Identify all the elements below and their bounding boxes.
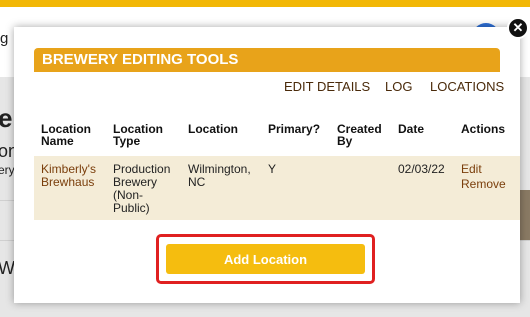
column-header-location: Location [188,122,238,136]
brewery-editing-modal: BREWERY EDITING TOOLS EDIT DETAILS LOG L… [14,27,520,303]
column-header-primary: Primary? [268,122,321,136]
add-location-button[interactable]: Add Location [166,244,365,274]
tab-log[interactable]: LOG [385,79,412,94]
remove-location-link[interactable]: Remove [461,178,506,191]
edit-location-link[interactable]: Edit [461,163,482,176]
table-row [34,156,520,220]
location-cell: Wilmington, NC [188,162,251,189]
top-accent-bar [0,0,530,7]
tab-edit-details[interactable]: EDIT DETAILS [284,79,370,94]
background-text: g [0,30,9,47]
close-icon[interactable]: ✕ [507,17,529,39]
location-name-link[interactable]: Kimberly's Brewhaus [41,163,96,189]
tab-locations[interactable]: LOCATIONS [430,79,504,94]
column-header-created-by: Created By [337,122,382,148]
column-header-location-type: Location Type [113,122,163,148]
column-header-location-name: Location Name [41,122,91,148]
column-header-date: Date [398,122,425,136]
modal-title: BREWERY EDITING TOOLS [34,48,500,72]
add-location-highlight: Add Location [156,234,375,284]
column-header-actions: Actions [461,122,506,136]
location-type-cell: Production Brewery (Non- Public) [113,162,171,215]
primary-cell: Y [268,162,277,176]
date-cell: 02/03/22 [398,162,445,176]
background-text: ery [0,163,15,177]
